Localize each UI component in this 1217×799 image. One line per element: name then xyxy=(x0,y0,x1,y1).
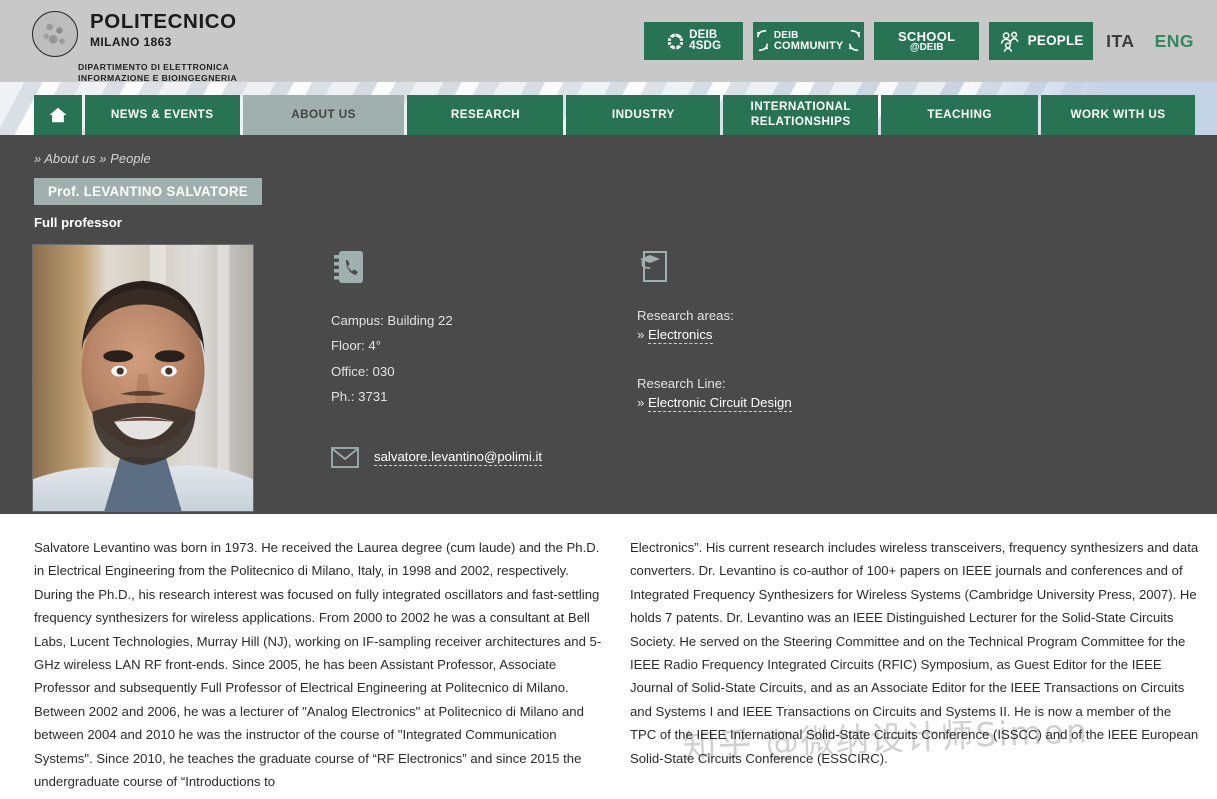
sdg-wheel-icon xyxy=(667,33,684,49)
deib-community-line-2: COMMUNITY xyxy=(773,39,844,52)
graduation-document-icon xyxy=(640,251,667,282)
breadcrumb-about-us[interactable]: » About us xyxy=(34,151,96,166)
phone-line: Ph.: 3731 xyxy=(331,389,388,405)
nav-item-international-relationships[interactable]: INTERNATIONAL RELATIONSHIPS xyxy=(723,95,879,135)
main-navigation: NEWS & EVENTS ABOUT US RESEARCH INDUSTRY… xyxy=(0,95,1217,135)
research-line-label: Research Line: xyxy=(637,376,726,391)
biography-right-column: Electronics”. His current research inclu… xyxy=(629,540,1199,766)
biography-left-column: Salvatore Levantino was born in 1973. He… xyxy=(34,540,602,790)
people-button[interactable]: PEOPLE xyxy=(989,22,1094,60)
email-link[interactable]: salvatore.levantino@polimi.it xyxy=(374,449,543,466)
biography-section: Salvatore Levantino was born in 1973. He… xyxy=(0,514,1217,793)
polimi-seal-icon xyxy=(32,11,78,57)
phonebook-icon-wrap xyxy=(331,248,631,292)
avatar xyxy=(32,244,254,512)
community-arrows-icon xyxy=(756,29,768,52)
logo-title: POLITECNICO xyxy=(90,10,237,33)
research-icon-wrap xyxy=(637,248,937,292)
breadcrumb: » About us » People xyxy=(0,135,1217,166)
research-line-link-ecd[interactable]: Electronic Circuit Design xyxy=(648,395,792,412)
nav-item-about-us[interactable]: ABOUT US xyxy=(242,95,405,135)
contact-column: Campus: Building 22 Floor: 4° Office: 03… xyxy=(331,244,631,512)
breadcrumb-people[interactable]: » People xyxy=(99,151,150,166)
deib4sdg-button[interactable]: DEIB 4SDG xyxy=(644,22,744,60)
site-header: POLITECNICO MILANO 1863 DIPARTIMENTO DI … xyxy=(0,0,1217,85)
bullet-glyph: » xyxy=(637,327,645,342)
nav-item-industry[interactable]: INDUSTRY xyxy=(566,95,721,135)
envelope-icon xyxy=(331,446,359,468)
deib-community-button[interactable]: DEIB COMMUNITY xyxy=(753,22,865,60)
research-area-item: » Electronics xyxy=(637,327,937,344)
nav-item-home[interactable] xyxy=(34,95,82,135)
header-actions: DEIB 4SDG DEIB COMMUNITY SCHOOL @DEIB PE… xyxy=(644,0,1217,60)
research-column: Research areas: » Electronics Research L… xyxy=(637,244,937,512)
research-areas-label: Research areas: xyxy=(637,308,734,323)
nav-intl-line-1: INTERNATIONAL xyxy=(750,100,851,114)
research-line-item: » Electronic Circuit Design xyxy=(637,395,937,412)
language-eng[interactable]: ENG xyxy=(1152,31,1197,52)
logo-subtitle: MILANO 1863 xyxy=(90,34,172,49)
campus-line: Campus: Building 22 xyxy=(331,313,453,328)
logo-block[interactable]: POLITECNICO MILANO 1863 DIPARTIMENTO DI … xyxy=(0,0,237,85)
bullet-glyph-2: » xyxy=(637,395,645,410)
research-area-link-electronics[interactable]: Electronics xyxy=(648,327,713,344)
nav-item-teaching[interactable]: TEACHING xyxy=(881,95,1039,135)
contact-details: Campus: Building 22 Floor: 4° Office: 03… xyxy=(331,308,631,410)
school-deib-button[interactable]: SCHOOL @DEIB xyxy=(874,22,980,60)
nav-item-news-events[interactable]: NEWS & EVENTS xyxy=(84,95,240,135)
floor-line: Floor: 4° xyxy=(331,338,381,354)
deib4sdg-line-2: 4SDG xyxy=(689,40,722,52)
community-arrows-icon-right xyxy=(849,29,861,52)
profile-info-grid: Campus: Building 22 Floor: 4° Office: 03… xyxy=(0,244,1217,512)
nav-intl-line-2: RELATIONSHIPS xyxy=(750,115,851,128)
language-ita[interactable]: ITA xyxy=(1103,31,1137,52)
profile-section: » About us » People Prof. LEVANTINO SALV… xyxy=(0,135,1217,514)
nav-item-research[interactable]: RESEARCH xyxy=(407,95,564,135)
school-deib-line-1: SCHOOL xyxy=(897,28,956,44)
deib-community-line-1: DEIB xyxy=(773,29,799,41)
people-label: PEOPLE xyxy=(1027,33,1084,49)
office-line: Office: 030 xyxy=(331,363,395,379)
school-deib-line-2: @DEIB xyxy=(909,41,944,53)
home-icon xyxy=(49,107,67,123)
page-title: Prof. LEVANTINO SALVATORE xyxy=(34,178,262,205)
people-group-icon xyxy=(1000,31,1019,52)
phonebook-icon xyxy=(334,251,363,283)
email-row: salvatore.levantino@polimi.it xyxy=(331,446,631,468)
department-line-1: DIPARTIMENTO DI ELETTRONICA xyxy=(78,61,230,72)
portrait-photo xyxy=(33,245,253,511)
person-role: Full professor xyxy=(34,215,122,230)
nav-item-work-with-us[interactable]: WORK WITH US xyxy=(1041,95,1195,135)
